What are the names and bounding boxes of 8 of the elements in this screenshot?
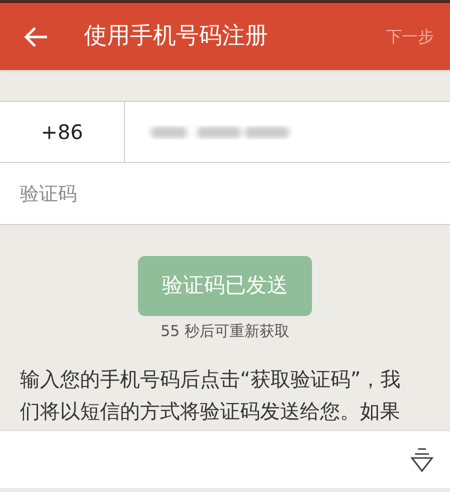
next-step-button[interactable]: 下一步 (386, 24, 434, 48)
instruction-text: 们将以短信的方式将验证码发送给您。如果 (20, 398, 401, 424)
collapse-keyboard-icon[interactable] (410, 446, 434, 472)
countdown-text: 55 秒后可重新获取 (160, 321, 290, 342)
code-input-field[interactable]: 验证码 (0, 163, 450, 224)
back-arrow-icon (23, 26, 49, 48)
page-title: 使用手机号码注册 (84, 22, 268, 52)
instruction-text: 输入您的手机号码后点击“获取验证码”，我 (20, 366, 402, 392)
